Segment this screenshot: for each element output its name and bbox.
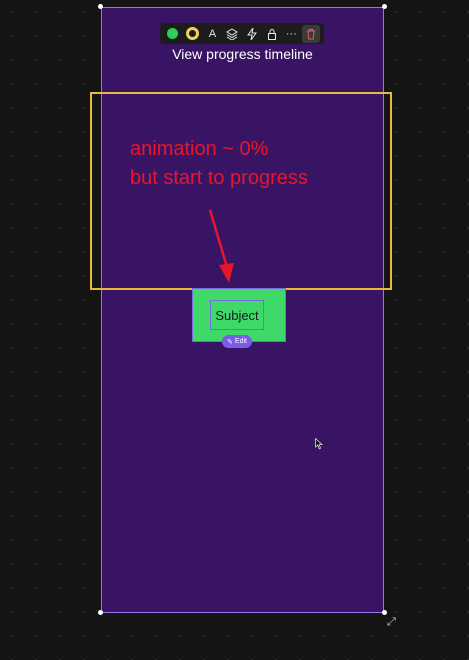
resize-handle-top-left[interactable] — [98, 4, 103, 9]
more-icon[interactable]: ··· — [282, 25, 300, 43]
annotation-arrow-icon — [208, 209, 234, 283]
edit-button[interactable]: ✎ Edit — [222, 335, 252, 348]
resize-handle-top-right[interactable] — [382, 4, 387, 9]
annotation-line-1: animation ~ 0% — [130, 138, 269, 160]
layers-icon[interactable] — [223, 25, 241, 43]
resize-handle-bottom-right[interactable] — [382, 610, 387, 615]
annotation-text[interactable]: animation ~ 0% but start to progress — [130, 135, 308, 193]
trash-icon[interactable] — [302, 24, 321, 43]
edit-pencil-icon: ✎ — [227, 338, 233, 346]
lightning-icon[interactable] — [243, 25, 261, 43]
resize-corner-icon[interactable]: ⤢ — [387, 616, 396, 629]
annotation-line-2: but start to progress — [130, 167, 308, 189]
frame-toolbar: A ··· — [160, 23, 324, 44]
lock-icon[interactable] — [263, 25, 281, 43]
subject-label[interactable]: Subject — [210, 300, 264, 330]
mouse-cursor-icon — [315, 438, 323, 450]
edit-label: Edit — [234, 338, 247, 345]
frame-title: View progress timeline — [172, 46, 313, 62]
resize-handle-bottom-left[interactable] — [98, 610, 103, 615]
yellow-ring-icon[interactable] — [184, 25, 202, 43]
text-icon[interactable]: A — [203, 25, 221, 43]
green-circle-icon[interactable] — [164, 25, 182, 43]
